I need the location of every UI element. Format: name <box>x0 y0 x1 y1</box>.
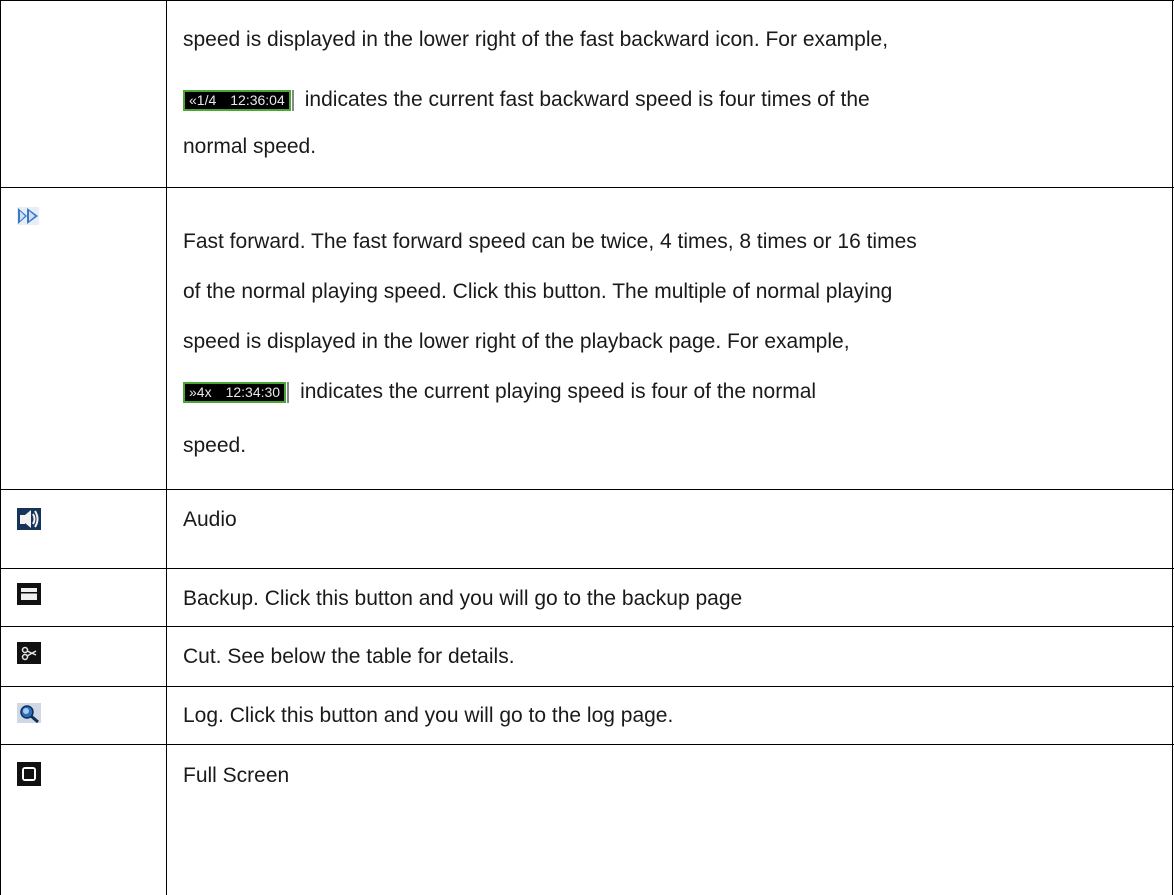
log-icon <box>17 703 41 728</box>
row-divider <box>0 187 1174 188</box>
full-screen-icon <box>17 762 41 791</box>
row-divider <box>0 686 1174 687</box>
row-divider <box>0 626 1174 627</box>
row-text-line: normal speed. <box>183 135 317 158</box>
table-border-left <box>0 0 1 895</box>
function-table: speed is displayed in the lower right of… <box>0 0 1174 895</box>
row-divider <box>0 744 1174 745</box>
row-text-line: speed. <box>183 434 247 457</box>
row-text-inline: indicates the current fast backward spee… <box>304 88 870 111</box>
speed-label: «1/4 <box>189 91 217 108</box>
row-text-line: Full Screen <box>183 764 290 787</box>
row-text-line: of the normal playing speed. Click this … <box>183 280 893 303</box>
play-speed-indicator: »4x 12:34:30 <box>183 381 290 403</box>
cut-icon <box>17 642 41 669</box>
rewind-speed-indicator: «1/4 12:36:04 <box>183 89 294 111</box>
row-divider <box>0 489 1174 490</box>
audio-icon <box>17 508 41 535</box>
row-text-line: Backup. Click this button and you will g… <box>183 587 743 610</box>
row-text-line: Audio <box>183 508 237 531</box>
speed-label: »4x <box>189 383 212 400</box>
time-label: 12:36:04 <box>230 91 285 108</box>
row-text-line: speed is displayed in the lower right of… <box>183 330 850 353</box>
row-text-line: «1/4 12:36:04 indicates the current fast b… <box>183 89 1158 111</box>
row-text-line: »4x 12:34:30 indicates the current playing… <box>183 381 1158 403</box>
backup-icon <box>17 583 41 610</box>
row-text-inline: indicates the current playing speed is f… <box>300 380 817 403</box>
fast-forward-icon <box>17 207 39 230</box>
table-border-right <box>1172 0 1173 895</box>
row-divider <box>0 0 1174 1</box>
row-divider <box>0 568 1174 569</box>
row-text-line: Fast forward. The fast forward speed can… <box>183 230 917 253</box>
row-text-line: speed is displayed in the lower right of… <box>183 28 889 51</box>
row-text-line: Log. Click this button and you will go t… <box>183 704 674 727</box>
row-text-line: Cut. See below the table for details. <box>183 645 515 668</box>
time-label: 12:34:30 <box>225 383 281 400</box>
column-divider <box>166 0 167 895</box>
